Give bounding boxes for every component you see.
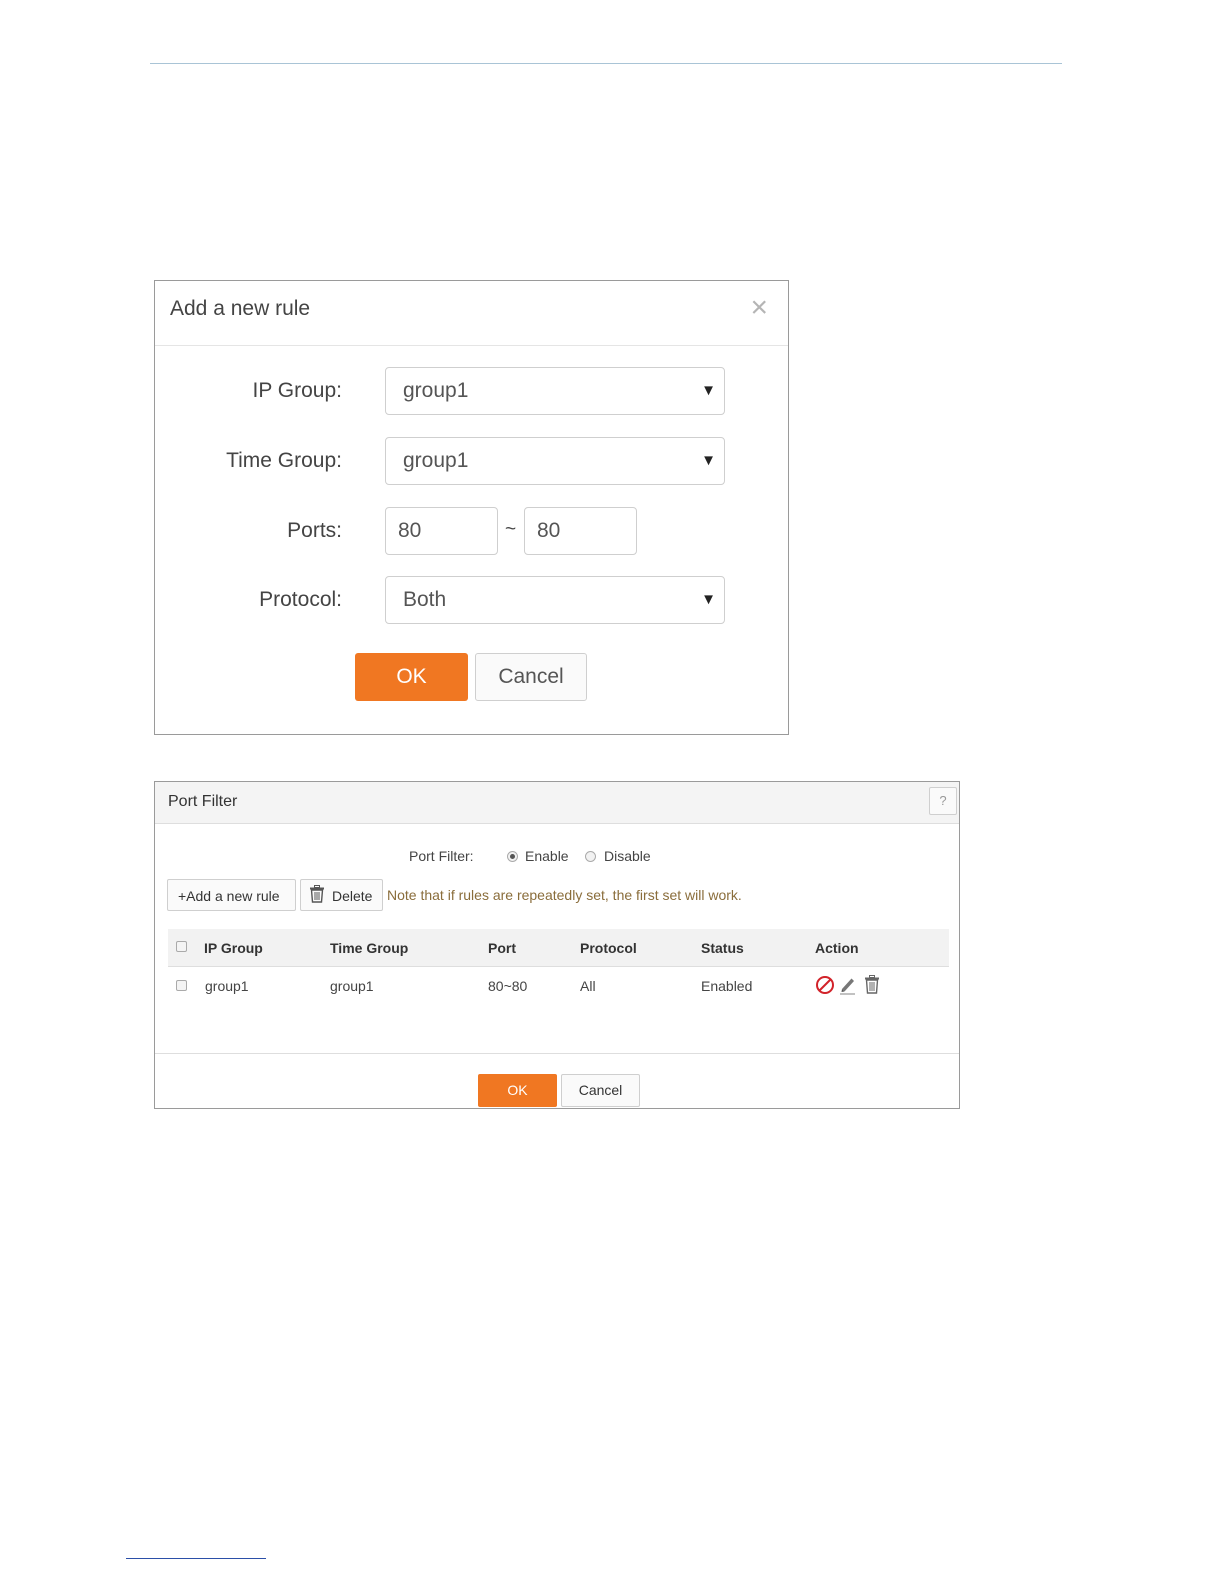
cell-ip-group: group1 (205, 978, 249, 994)
disable-radio[interactable] (585, 851, 596, 862)
add-rule-dialog: Add a new rule × IP Group: group1 ▼ Time… (154, 280, 789, 735)
caret-down-icon: ▼ (701, 452, 716, 469)
trash-icon[interactable] (864, 975, 880, 994)
dialog-ok-button[interactable]: OK (355, 653, 468, 701)
port-range-separator: ~ (505, 519, 517, 540)
port-start-value: 80 (398, 519, 422, 542)
dialog-cancel-button[interactable]: Cancel (475, 653, 587, 701)
header-protocol: Protocol (580, 940, 637, 956)
caret-down-icon: ▼ (701, 591, 716, 608)
delete-button[interactable]: Delete (300, 879, 383, 911)
panel-header: Port Filter ? (155, 782, 959, 824)
panel-footer-divider (155, 1053, 959, 1054)
dialog-header: Add a new rule × (155, 281, 788, 346)
protocol-row: Protocol: Both ▼ (155, 576, 788, 624)
port-filter-label: Port Filter: (409, 848, 474, 864)
cell-time-group: group1 (330, 978, 374, 994)
protocol-label: Protocol: (259, 588, 342, 611)
disable-radio-label[interactable]: Disable (604, 848, 651, 864)
ip-group-row: IP Group: group1 ▼ (155, 367, 788, 415)
time-group-select[interactable]: group1 ▼ (385, 437, 725, 485)
panel-title: Port Filter (168, 793, 238, 810)
rule-order-note: Note that if rules are repeatedly set, t… (387, 887, 742, 903)
cell-status: Enabled (701, 978, 753, 994)
protocol-value: Both (403, 588, 447, 611)
cell-protocol: All (580, 978, 596, 994)
cell-port: 80~80 (488, 978, 528, 994)
caret-down-icon: ▼ (701, 382, 716, 399)
panel-ok-button[interactable]: OK (478, 1074, 557, 1107)
time-group-value: group1 (403, 449, 469, 472)
disable-icon[interactable] (815, 975, 835, 995)
header-action: Action (815, 940, 859, 956)
header-time-group: Time Group (330, 940, 409, 956)
select-all-checkbox[interactable] (176, 941, 187, 952)
enable-radio[interactable] (507, 851, 518, 862)
ip-group-select[interactable]: group1 ▼ (385, 367, 725, 415)
add-rule-label: +Add a new rule (178, 888, 280, 904)
time-group-row: Time Group: group1 ▼ (155, 437, 788, 485)
dialog-title: Add a new rule (170, 297, 311, 320)
header-port: Port (488, 940, 516, 956)
port-end-input[interactable]: 80 (524, 507, 637, 555)
time-group-label: Time Group: (226, 449, 342, 472)
edit-icon[interactable] (839, 975, 857, 995)
port-start-input[interactable]: 80 (385, 507, 498, 555)
port-filter-panel: Port Filter ? Port Filter: Enable Disabl… (154, 781, 960, 1109)
protocol-select[interactable]: Both ▼ (385, 576, 725, 624)
table-row: group1 group1 80~80 All Enabled (168, 967, 949, 1005)
ports-row: Ports: 80 ~ 80 (155, 507, 788, 555)
header-ip-group: IP Group (204, 940, 263, 956)
page-header-rule (150, 63, 1062, 64)
port-end-value: 80 (537, 519, 561, 542)
ip-group-value: group1 (403, 379, 469, 402)
close-icon[interactable]: × (750, 293, 768, 323)
table-header: IP Group Time Group Port Protocol Status… (168, 929, 949, 967)
help-icon[interactable]: ? (929, 787, 957, 815)
header-status: Status (701, 940, 744, 956)
delete-label: Delete (332, 888, 373, 904)
add-rule-button[interactable]: +Add a new rule (167, 879, 296, 911)
row-checkbox[interactable] (176, 980, 187, 991)
ports-label: Ports: (287, 519, 342, 542)
trash-icon (310, 885, 324, 903)
footnote-rule (126, 1558, 266, 1559)
panel-cancel-button[interactable]: Cancel (561, 1074, 640, 1107)
enable-radio-label[interactable]: Enable (525, 848, 569, 864)
ip-group-label: IP Group: (252, 379, 343, 402)
